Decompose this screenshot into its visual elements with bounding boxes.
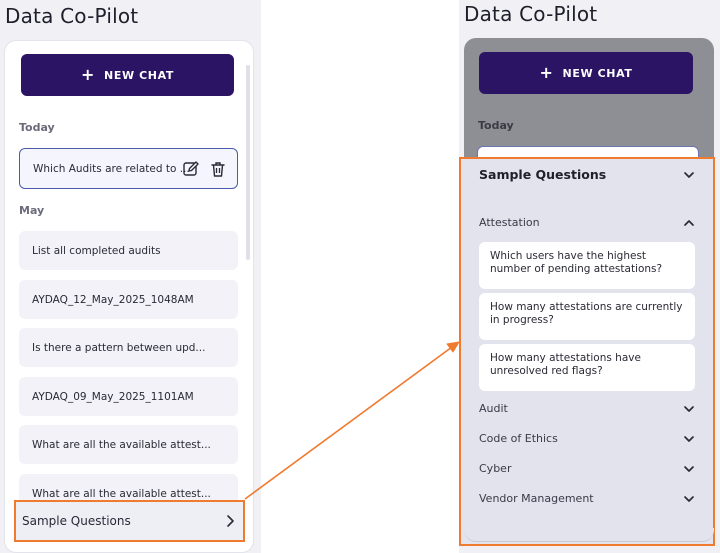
history-item-label: AYDAQ_12_May_2025_1048AM bbox=[32, 293, 194, 306]
history-item-label: Which Audits are related to ... bbox=[33, 162, 190, 175]
trash-icon[interactable] bbox=[209, 160, 227, 178]
history-item-label: AYDAQ_09_May_2025_1101AM bbox=[32, 390, 194, 403]
history-scrollbar[interactable] bbox=[246, 65, 250, 260]
edit-icon[interactable] bbox=[182, 160, 200, 178]
sample-question[interactable]: How many attestations are currently in p… bbox=[479, 293, 695, 340]
sample-question[interactable]: How many attestations have unresolved re… bbox=[479, 344, 695, 391]
chevron-down-icon[interactable] bbox=[683, 493, 695, 505]
section-may: May bbox=[19, 204, 45, 217]
section-today: Today bbox=[19, 121, 55, 134]
history-item[interactable]: AYDAQ_12_May_2025_1048AM bbox=[19, 280, 238, 319]
section-today-right: Today bbox=[478, 119, 514, 132]
history-item-label: Is there a pattern between upd... bbox=[32, 341, 206, 354]
category-code-of-ethics[interactable]: Code of Ethics bbox=[479, 432, 558, 445]
history-item-label: What are all the available attest... bbox=[32, 438, 211, 451]
new-chat-button-right[interactable]: + NEW CHAT bbox=[479, 52, 693, 94]
screenshot-root: Data Co-Pilot + NEW CHAT Today Which Aud… bbox=[0, 0, 720, 553]
sample-questions-title: Sample Questions bbox=[479, 167, 607, 182]
new-chat-label: NEW CHAT bbox=[104, 68, 174, 82]
chevron-down-icon[interactable] bbox=[683, 403, 695, 415]
category-cyber[interactable]: Cyber bbox=[479, 462, 511, 475]
history-item-active[interactable]: Which Audits are related to ... bbox=[19, 148, 238, 189]
history-item-label: What are all the available attest... bbox=[32, 487, 211, 500]
app-title: Data Co-Pilot bbox=[5, 4, 139, 28]
sample-questions-button[interactable]: Sample Questions bbox=[14, 500, 245, 542]
new-chat-button[interactable]: + NEW CHAT bbox=[21, 54, 234, 96]
app-title-right: Data Co-Pilot bbox=[464, 2, 598, 26]
chevron-up-icon[interactable] bbox=[683, 217, 695, 229]
history-item-label: List all completed audits bbox=[32, 244, 161, 257]
chevron-down-icon[interactable] bbox=[683, 433, 695, 445]
panel-bottom-edge bbox=[464, 528, 714, 542]
chevron-right-icon bbox=[227, 515, 234, 527]
chevron-down-icon[interactable] bbox=[683, 463, 695, 475]
chevron-down-icon[interactable] bbox=[683, 169, 695, 181]
category-attestation[interactable]: Attestation bbox=[479, 216, 540, 229]
plus-icon: + bbox=[539, 63, 554, 82]
sample-question[interactable]: Which users have the highest number of p… bbox=[479, 242, 695, 289]
history-item[interactable]: AYDAQ_09_May_2025_1101AM bbox=[19, 377, 238, 416]
sample-questions-label: Sample Questions bbox=[22, 514, 131, 528]
history-item[interactable]: Is there a pattern between upd... bbox=[19, 328, 238, 367]
new-chat-label: NEW CHAT bbox=[562, 66, 633, 80]
history-item[interactable]: List all completed audits bbox=[19, 231, 238, 270]
history-item[interactable]: What are all the available attest... bbox=[19, 425, 238, 464]
category-audit[interactable]: Audit bbox=[479, 402, 508, 415]
category-vendor-management[interactable]: Vendor Management bbox=[479, 492, 594, 505]
plus-icon: + bbox=[81, 65, 96, 84]
